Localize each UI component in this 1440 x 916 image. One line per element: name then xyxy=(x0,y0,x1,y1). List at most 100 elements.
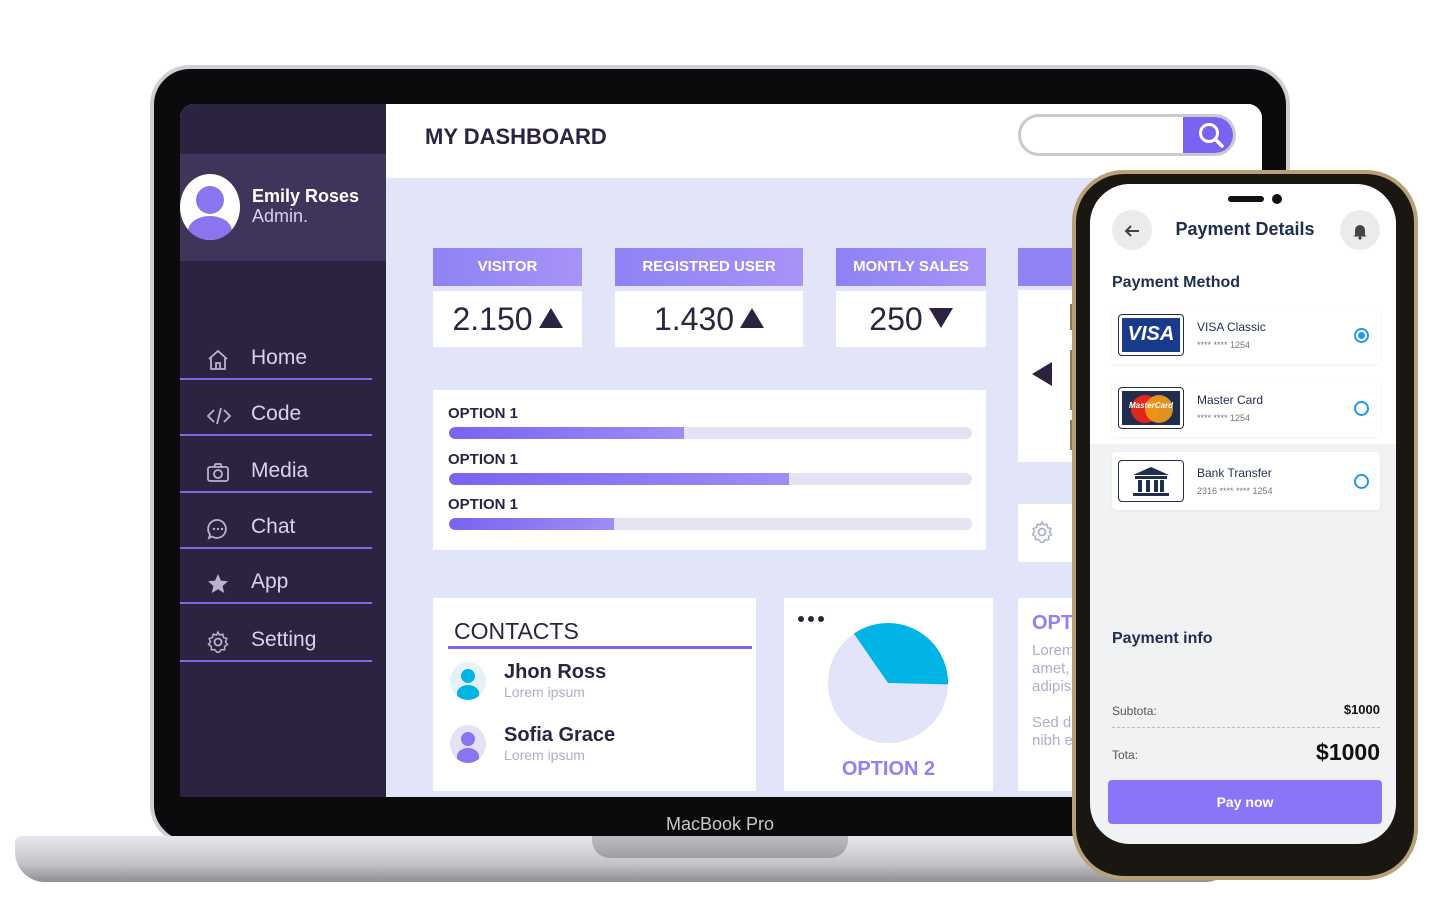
prev-arrow-icon[interactable] xyxy=(1032,362,1052,386)
radio-unselected[interactable] xyxy=(1354,474,1369,489)
phone-speaker xyxy=(1228,196,1264,202)
option-progress-bar xyxy=(449,518,972,530)
search-input[interactable] xyxy=(1018,114,1236,156)
payment-option-number: 2316 **** **** 1254 xyxy=(1197,486,1273,496)
avatar[interactable] xyxy=(450,725,486,763)
search-icon xyxy=(1196,120,1226,153)
stat-visitor-card: 2.150 xyxy=(433,291,582,347)
total-value: $1000 xyxy=(1316,739,1380,765)
stat-card-partial-header xyxy=(1018,248,1078,286)
sidebar-item-label: Home xyxy=(251,346,308,369)
sidebar-item-label: Code xyxy=(251,402,302,425)
search-button[interactable] xyxy=(1183,117,1233,153)
option-progress-fill xyxy=(449,518,614,530)
contact-subtitle: Lorem ipsum xyxy=(504,684,585,700)
payment-option-name: VISA Classic xyxy=(1197,320,1266,334)
camera-icon xyxy=(206,461,230,485)
option-progress-fill xyxy=(449,473,789,485)
sidebar-item-label: Chat xyxy=(251,515,296,538)
notification-button[interactable] xyxy=(1340,210,1380,250)
payment-option-name: Bank Transfer xyxy=(1197,466,1272,480)
stat-sales-value: 250 xyxy=(869,301,923,337)
sidebar-item-media[interactable]: Media xyxy=(180,451,372,493)
total-label: Tota: xyxy=(1112,748,1139,762)
sidebar-item-app[interactable]: App xyxy=(180,562,372,604)
stat-visitor-label: VISITOR xyxy=(433,248,582,286)
divider xyxy=(448,646,752,649)
back-arrow-icon xyxy=(1123,218,1141,242)
stat-registered-label: REGISTRED USER xyxy=(615,248,803,286)
payment-option-bank[interactable]: Bank Transfer 2316 **** **** 1254 xyxy=(1112,452,1380,510)
phone-screen: Payment Details Payment Method VISA VISA… xyxy=(1090,184,1396,844)
contact-name[interactable]: Jhon Ross xyxy=(504,661,606,684)
pie-chart xyxy=(828,623,948,743)
subtotal-label: Subtota: xyxy=(1112,704,1157,718)
avatar[interactable] xyxy=(180,174,240,240)
options-progress-card: OPTION 1 OPTION 1 OPTION 1 xyxy=(433,390,986,550)
screen-title: Payment Details xyxy=(1175,219,1315,239)
contact-name[interactable]: Sofia Grace xyxy=(504,724,615,747)
payment-option-number: **** **** 1254 xyxy=(1197,340,1251,350)
radio-unselected[interactable] xyxy=(1354,401,1369,416)
text-card-line: Sed d xyxy=(1032,714,1072,731)
code-icon xyxy=(206,404,232,428)
sidebar-item-label: Media xyxy=(251,459,309,482)
home-icon xyxy=(206,348,230,372)
bell-icon xyxy=(1351,218,1369,242)
pay-now-button[interactable]: Pay now xyxy=(1108,780,1382,824)
text-card-line: Lorem xyxy=(1032,642,1075,659)
sidebar-item-chat[interactable]: Chat xyxy=(180,507,372,549)
trend-down-icon xyxy=(928,308,953,328)
stat-registered-value: 1.430 xyxy=(653,301,735,337)
text-card-line: nibh e xyxy=(1032,732,1073,749)
sidebar-item-home[interactable]: Home xyxy=(180,338,372,380)
divider xyxy=(1112,727,1380,728)
stat-sales-card: 250 xyxy=(836,291,986,347)
option-label: OPTION 1 xyxy=(448,496,519,513)
contacts-title: CONTACTS xyxy=(454,618,579,644)
laptop-brand-label: MacBook Pro xyxy=(665,814,775,834)
mastercard-logo-text: MasterCard xyxy=(1128,401,1173,410)
chat-icon xyxy=(206,517,230,541)
payment-method-title: Payment Method xyxy=(1112,274,1241,291)
page-title: MY DASHBOARD xyxy=(425,124,607,149)
contact-subtitle: Lorem ipsum xyxy=(504,747,585,763)
avatar[interactable] xyxy=(450,662,486,700)
contacts-card: CONTACTS Jhon Ross Lorem ipsum Sofia Gra… xyxy=(433,598,756,791)
option-label: OPTION 1 xyxy=(448,405,519,422)
option-label: OPTION 1 xyxy=(448,451,519,468)
user-role: Admin. xyxy=(252,206,309,226)
settings-card-partial[interactable] xyxy=(1018,504,1078,562)
visa-logo-icon: VISA xyxy=(1118,314,1184,356)
payment-option-visa[interactable]: VISA VISA Classic **** **** 1254 xyxy=(1112,306,1380,364)
sidebar-item-label: App xyxy=(251,570,289,593)
stat-visitor-value: 2.150 xyxy=(452,301,533,337)
sidebar-item-setting[interactable]: Setting xyxy=(180,620,372,662)
text-card-line: amet, xyxy=(1032,660,1070,677)
subtotal-value: $1000 xyxy=(1343,702,1380,717)
option-progress-fill xyxy=(449,427,685,439)
visa-logo-text: VISA xyxy=(1122,318,1180,352)
payment-option-mastercard[interactable]: MasterCard Master Card **** **** 1254 xyxy=(1112,379,1380,437)
star-icon xyxy=(206,572,230,596)
pie-chart-card: OPTION 2 xyxy=(784,598,993,791)
sidebar-item-label: Setting xyxy=(251,628,317,651)
trend-up-icon xyxy=(538,308,563,328)
header: MY DASHBOARD xyxy=(386,104,1262,178)
gear-icon xyxy=(1030,520,1054,548)
option-progress-bar xyxy=(449,473,972,485)
payment-info-title: Payment info xyxy=(1112,630,1213,647)
sidebar-item-code[interactable]: Code xyxy=(180,394,372,436)
sidebar: Emily Roses Admin. Home Code Media Chat xyxy=(180,104,386,797)
trend-up-icon xyxy=(740,308,765,328)
laptop-notch xyxy=(592,836,848,858)
phone-camera xyxy=(1272,194,1282,204)
payment-option-name: Master Card xyxy=(1197,393,1264,407)
bank-icon xyxy=(1118,460,1184,502)
stat-registered-card: 1.430 xyxy=(615,291,803,347)
radio-selected[interactable] xyxy=(1354,328,1369,343)
stat-sales-label: MONTLY SALES xyxy=(836,248,986,286)
gear-icon xyxy=(206,630,230,654)
back-button[interactable] xyxy=(1112,210,1152,250)
user-name: Emily Roses xyxy=(252,186,360,206)
